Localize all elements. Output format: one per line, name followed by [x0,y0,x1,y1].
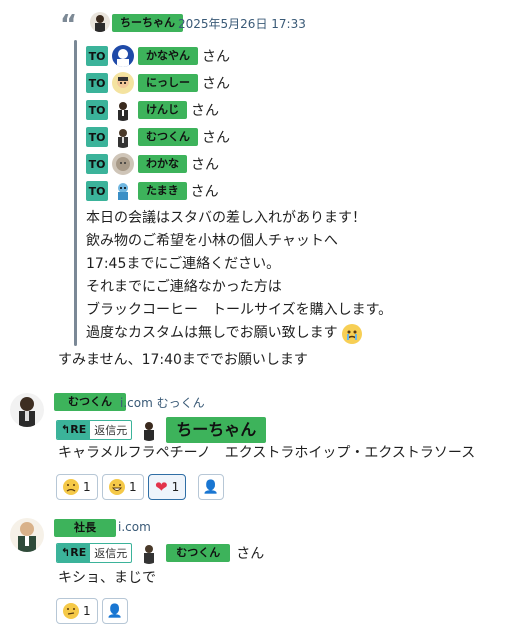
quote-icon: “ [60,10,78,40]
user-avatar [112,45,134,67]
quote-line-last: 過度なカスタムは無しでお願い致します [86,322,506,345]
mention-row: TO たまき さん [86,179,219,203]
quote-line: 本日の会議はスタバの差し入れがあります！ [86,210,366,226]
author-avatar [90,12,110,32]
sender-org: i.com むっくん [120,396,205,410]
to-badge: TO [86,73,108,93]
reply-arrow-icon: ↰ [61,546,71,559]
reply-source-label: 返信元 [90,545,132,561]
quote-line: 17:45までにご連絡ください。 [86,256,281,272]
to-badge: TO [86,154,108,174]
reply-to-name[interactable]: むつくん [166,544,231,562]
to-badge: TO [86,181,108,201]
to-badge: TO [86,46,108,66]
mention-name[interactable]: けんじ [138,101,187,119]
thinking-face-icon [63,603,79,619]
reaction-count: 1 [83,604,91,618]
reaction-users-button[interactable]: 👤 [198,474,224,500]
reply-source-badge[interactable]: ↰RE 返信元 [56,420,133,440]
reaction-users-button[interactable]: 👤 [102,598,128,624]
frown-face-icon [63,479,79,495]
mention-name[interactable]: たまき [138,182,187,200]
user-avatar [112,153,134,175]
reply-to-avatar [138,542,161,564]
user-list-icon: 👤 [202,479,220,495]
re-label: RE [70,546,87,559]
reply-source-badge[interactable]: ↰RE 返信元 [56,543,133,563]
reaction-button[interactable]: 1 [56,598,98,624]
quote-author-name[interactable]: ちーちゃん [112,14,183,32]
user-list-icon: 👤 [106,603,124,619]
reply-arrow-icon: ↰ [61,423,71,436]
quote-line: それまでにご連絡なかった方は [86,279,282,295]
grin-face-icon [109,479,125,495]
crying-face-icon [341,323,362,344]
reply-header: ↰RE 返信元 むつくん さん [56,542,264,564]
mention-name[interactable]: わかな [138,155,187,173]
mention-name[interactable]: むつくん [138,128,198,146]
reaction-count: 1 [171,480,180,494]
sender-avatar[interactable] [10,393,44,427]
mention-suffix: さん [190,184,219,200]
quote-body: 本日の会議はスタバの差し入れがあります！ 飲み物のご希望を小林の個人チャットへ … [86,207,506,345]
reaction-button[interactable]: 1 [56,474,98,500]
reply-to-avatar [138,419,161,441]
sender-org: i.com [118,520,151,534]
mention-suffix: さん [191,157,219,173]
message-text: キショ、まじで [58,570,156,586]
quote-bar [74,40,77,346]
reply-to-name[interactable]: ちーちゃん [166,417,267,443]
mention-row: TO わかな さん [86,152,219,176]
reply-source-label: 返信元 [90,422,132,438]
mention-suffix: さん [202,49,230,65]
sender-name[interactable]: 社長 [54,519,116,537]
reaction-count: 1 [83,480,91,494]
mention-row: TO にっしー さん [86,71,230,95]
mention-name[interactable]: にっしー [138,74,198,92]
reply-header: ↰RE 返信元 ちーちゃん [56,417,267,443]
mention-name[interactable]: かなやん [138,47,198,65]
quote-timestamp: 2025年5月26日 17:33 [178,17,306,31]
quote-line: ブラックコーヒー トールサイズを購入します。 [86,302,393,318]
mention-row: TO かなやん さん [86,44,230,68]
reply-text: すみません、17:40まででお願いします [58,352,308,368]
reaction-button[interactable]: 1 [102,474,144,500]
user-avatar [112,126,134,148]
reaction-button[interactable]: ❤ 1 [148,474,187,500]
message-text: キャラメルフラペチーノ エクストラホイップ・エクストラソース [58,445,476,461]
user-avatar [112,180,134,202]
reply-to-suffix: さん [236,546,265,562]
quote-line: 飲み物のご希望を小林の個人チャットへ [86,233,338,249]
sender-name[interactable]: むつくん [54,393,126,411]
to-badge: TO [86,100,108,120]
quote-line: 過度なカスタムは無しでお願い致します [86,325,338,341]
to-badge: TO [86,127,108,147]
sender-avatar[interactable] [10,518,44,552]
mention-suffix: さん [191,103,219,119]
mention-suffix: さん [202,130,230,146]
mention-row: TO むつくん さん [86,125,230,149]
user-avatar [112,72,134,94]
reaction-count: 1 [129,480,137,494]
mention-row: TO けんじ さん [86,98,219,122]
mention-suffix: さん [202,76,230,92]
re-label: RE [70,423,87,436]
heart-icon: ❤ [155,477,168,496]
user-avatar [112,99,134,121]
